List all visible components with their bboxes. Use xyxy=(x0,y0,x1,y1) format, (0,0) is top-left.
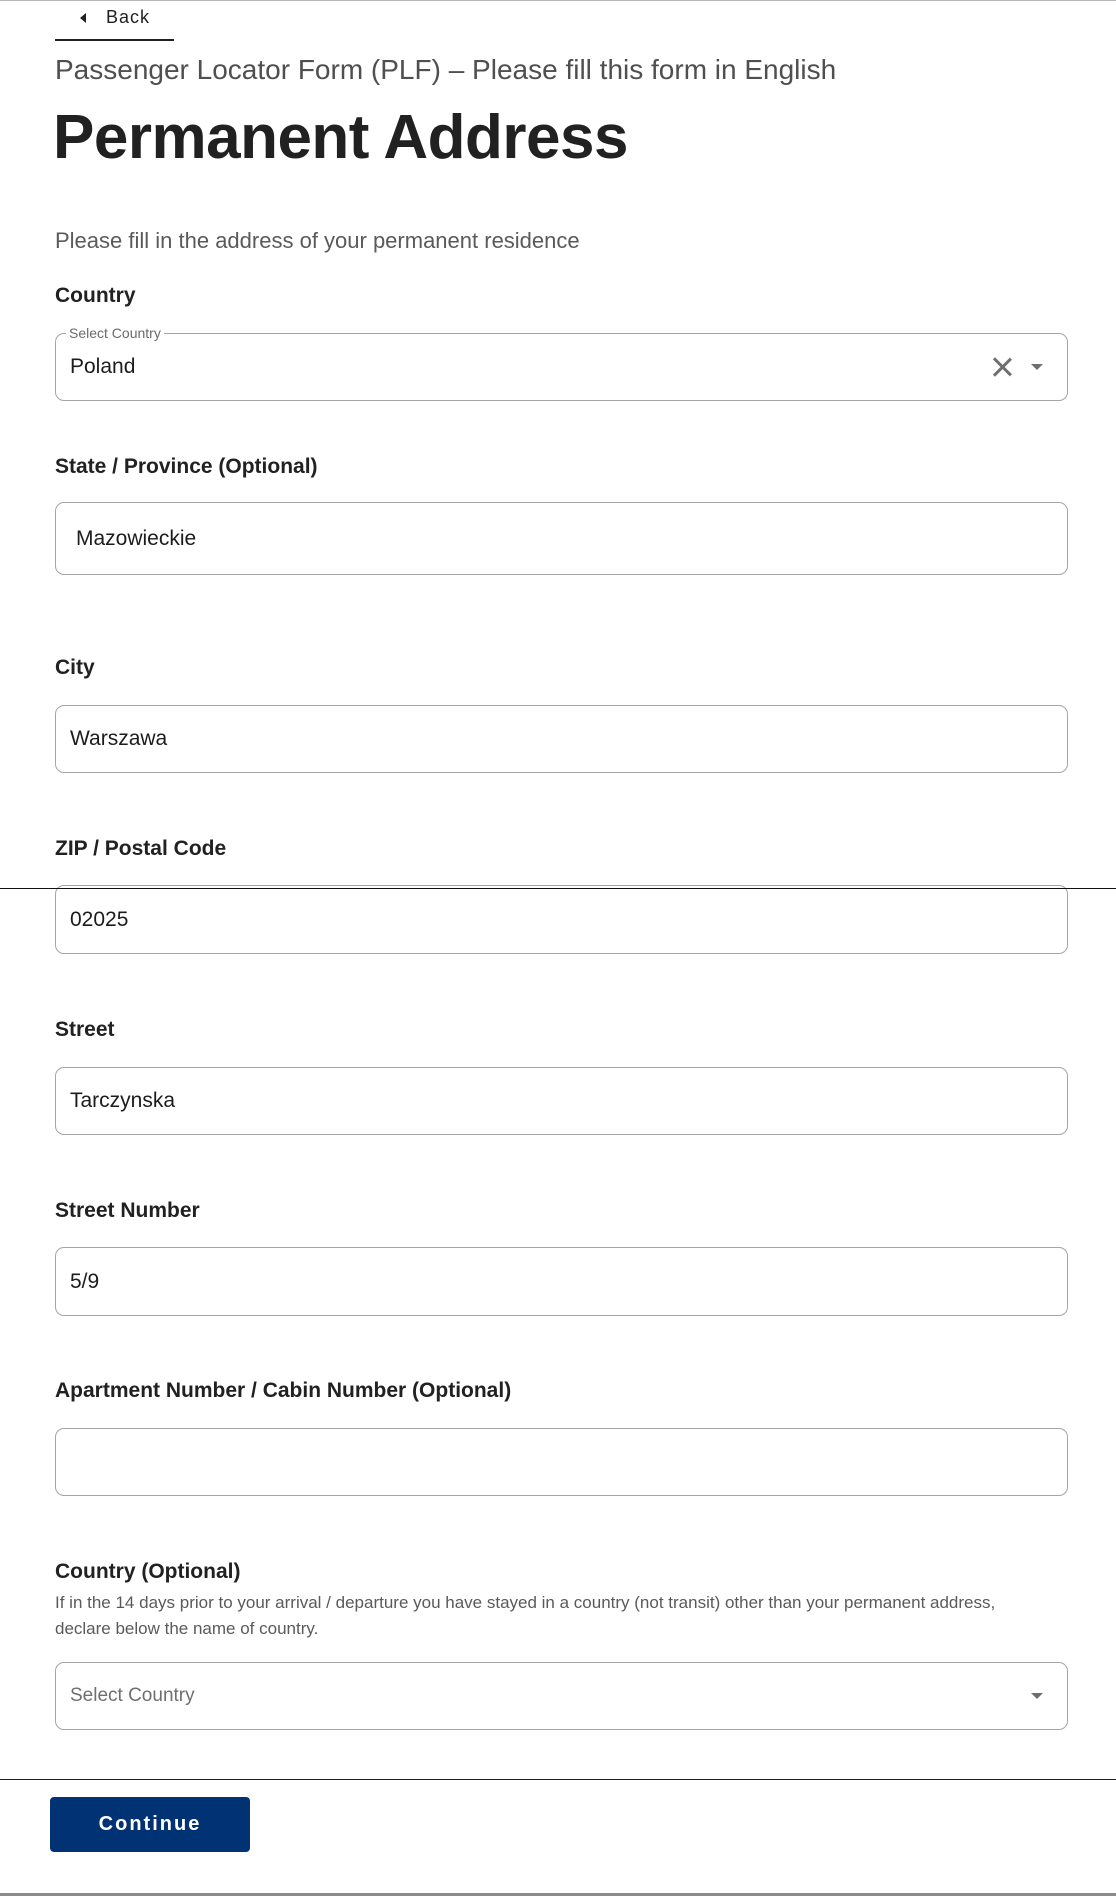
street-number-field[interactable] xyxy=(55,1247,1068,1316)
street-label: Street xyxy=(55,1018,115,1041)
overlay-divider xyxy=(0,888,1116,889)
continue-button[interactable]: Continue xyxy=(50,1797,250,1852)
chevron-down-icon[interactable] xyxy=(1031,1693,1043,1699)
zip-input[interactable] xyxy=(56,886,1067,953)
page-description: Please fill in the address of your perma… xyxy=(55,228,580,253)
other-country-help-line1: If in the 14 days prior to your arrival … xyxy=(55,1593,996,1612)
city-label: City xyxy=(55,656,95,679)
city-field[interactable] xyxy=(55,705,1068,773)
country-label: Country xyxy=(55,284,136,307)
city-input[interactable] xyxy=(56,706,1067,772)
caret-left-icon xyxy=(80,12,86,23)
form-subtitle: Passenger Locator Form (PLF) – Please fi… xyxy=(55,54,837,85)
other-country-help-line2: declare below the name of country. xyxy=(55,1619,319,1638)
other-country-select[interactable]: Select Country xyxy=(55,1662,1068,1730)
chevron-down-icon[interactable] xyxy=(1031,364,1043,370)
other-country-placeholder: Select Country xyxy=(70,1685,195,1706)
zip-field[interactable] xyxy=(55,885,1068,954)
back-label: Back xyxy=(106,7,151,27)
apartment-label: Apartment Number / Cabin Number (Optiona… xyxy=(55,1379,512,1402)
other-country-help: If in the 14 days prior to your arrival … xyxy=(55,1590,1075,1642)
clear-icon[interactable] xyxy=(991,356,1013,378)
apartment-field[interactable] xyxy=(55,1428,1068,1496)
street-field[interactable] xyxy=(55,1067,1068,1135)
back-button[interactable]: Back xyxy=(55,0,174,41)
other-country-label: Country (Optional) xyxy=(55,1560,241,1583)
street-number-label: Street Number xyxy=(55,1199,200,1222)
zip-label: ZIP / Postal Code xyxy=(55,837,227,860)
state-label: State / Province (Optional) xyxy=(55,455,318,478)
apartment-input[interactable] xyxy=(56,1429,1067,1495)
street-number-input[interactable] xyxy=(56,1248,1067,1315)
country-select-value: Poland xyxy=(70,355,136,378)
footer-divider xyxy=(0,1779,1116,1780)
state-field[interactable] xyxy=(55,502,1068,575)
street-input[interactable] xyxy=(56,1068,1067,1134)
country-select[interactable]: Select Country Poland xyxy=(55,324,1068,401)
page-title: Permanent Address xyxy=(53,103,628,172)
state-input[interactable] xyxy=(56,503,1067,574)
country-select-legend: Select Country xyxy=(66,324,164,342)
